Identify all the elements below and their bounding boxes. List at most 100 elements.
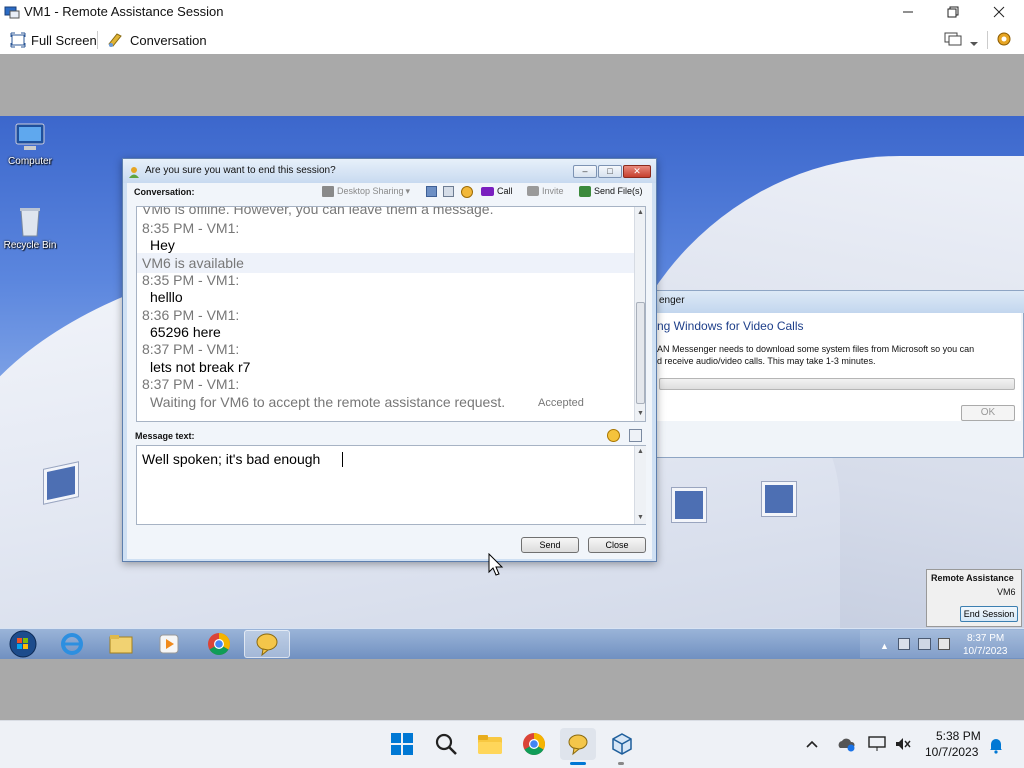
messenger-conversation-window: Are you sure you want to end this sessio… [122, 158, 657, 562]
conversation-message: 8:35 PM - VM1: [142, 220, 240, 236]
notification-bell-icon[interactable] [987, 736, 1005, 754]
chat-window-title: Are you sure you want to end this sessio… [145, 165, 336, 176]
host-viewport-margin-bottom [0, 659, 1024, 720]
scroll-down-arrow[interactable]: ▼ [637, 514, 644, 521]
desktop-icon-computer[interactable]: Computer [0, 122, 60, 167]
close-window-button[interactable] [976, 0, 1022, 24]
conversation-button[interactable]: Conversation [107, 30, 207, 50]
start-button[interactable] [0, 630, 46, 658]
show-hidden-icons-chevron-icon[interactable]: ▲ [880, 641, 889, 651]
host-clock-time: 5:38 PM [936, 729, 981, 743]
conversation-history[interactable]: VM6 is offline. However, you can leave t… [136, 206, 646, 422]
file-explorer-icon[interactable] [472, 728, 508, 760]
scroll-down-arrow[interactable]: ▼ [637, 410, 644, 417]
volume-muted-icon[interactable] [938, 638, 950, 650]
desktop-icon-label: Recycle Bin [3, 240, 57, 251]
download-progress-bar [659, 378, 1015, 390]
chat-body: Conversation: Desktop Sharing ▾ Call Inv… [127, 183, 652, 559]
font-style-icon[interactable] [629, 429, 642, 442]
mouse-pointer-icon [488, 552, 504, 577]
remote-assistance-user: VM6 [997, 587, 1016, 597]
windows-start-icon[interactable] [384, 728, 420, 760]
remote-clock-time: 8:37 PM [967, 633, 1005, 644]
games-icon[interactable] [443, 186, 454, 197]
conversation-message: VM6 is available [142, 255, 244, 271]
show-hidden-icons-chevron-icon[interactable] [804, 736, 820, 752]
message-text-label: Message text: [135, 431, 195, 441]
message-scrollbar[interactable]: ▲ ▼ [634, 446, 646, 524]
desktop-sharing-icon [322, 185, 334, 197]
desktop-sharing-button[interactable]: Desktop Sharing ▾ [322, 183, 410, 199]
invite-icon [527, 186, 539, 196]
dialog-ok-button[interactable]: OK [961, 405, 1015, 421]
host-clock-date: 10/7/2023 [925, 745, 979, 759]
toolbar-divider [97, 31, 98, 49]
network-icon[interactable] [918, 638, 931, 650]
send-files-label: Send File(s) [594, 186, 643, 196]
dialog-heading: ng Windows for Video Calls [657, 319, 804, 333]
conversation-message: 8:36 PM - VM1: [142, 307, 240, 323]
dialog-titlebar: enger [653, 291, 1024, 313]
call-label: Call [497, 186, 513, 196]
invite-button[interactable]: Invite [527, 183, 564, 199]
remote-clock-date: 10/7/2023 [963, 646, 1008, 657]
chevron-down-icon[interactable] [969, 35, 979, 46]
settings-gear-icon[interactable] [995, 30, 1013, 48]
media-player-icon[interactable] [146, 630, 192, 658]
wallpaper-window [44, 462, 78, 504]
conversation-message: Hey [150, 237, 175, 253]
remote-assistance-title: Remote Assistance [931, 573, 1014, 583]
dialog-body-line: AN Messenger needs to download some syst… [657, 344, 975, 354]
action-center-flag-icon[interactable] [898, 638, 910, 650]
recycle-bin-icon [12, 206, 48, 238]
virtualbox-icon[interactable] [604, 728, 640, 760]
call-button[interactable]: Call [481, 183, 513, 199]
chat-minimize-button[interactable]: – [573, 165, 597, 178]
search-icon[interactable] [428, 728, 464, 760]
remote-assistance-app-icon [4, 4, 20, 20]
running-app-indicator [618, 762, 624, 765]
display-icon[interactable] [868, 736, 886, 752]
scrollbar-thumb[interactable] [636, 302, 645, 404]
minimize-button[interactable] [885, 0, 931, 24]
emoticon-picker-icon[interactable] [607, 429, 620, 442]
chat-maximize-button[interactable]: □ [598, 165, 622, 178]
emoticon-wink-icon[interactable] [461, 186, 473, 198]
remote-assistance-taskbar-icon[interactable] [560, 728, 596, 760]
file-explorer-icon[interactable] [98, 630, 144, 658]
text-caret [342, 452, 343, 467]
chrome-icon[interactable] [196, 630, 242, 658]
messenger-buddy-icon [128, 165, 140, 178]
display-settings-icon[interactable] [944, 31, 962, 47]
maximize-button[interactable] [930, 0, 976, 24]
conversation-message: 8:37 PM - VM1: [142, 376, 240, 392]
message-input[interactable]: Well spoken; it's bad enough ▲ ▼ [136, 445, 646, 525]
send-button[interactable]: Send [521, 537, 579, 553]
conversation-message: 65296 here [150, 324, 221, 340]
desktop-sharing-label: Desktop Sharing [337, 186, 404, 196]
chat-close-button[interactable]: ✕ [623, 165, 651, 178]
conversation-message: 8:35 PM - VM1: [142, 272, 240, 288]
desktop-icon-recycle-bin[interactable]: Recycle Bin [0, 206, 60, 251]
full-screen-button[interactable]: Full Screen [10, 30, 97, 50]
active-app-indicator [570, 762, 586, 765]
onedrive-icon[interactable] [836, 736, 856, 752]
invite-label: Invite [542, 186, 564, 196]
activities-icon[interactable] [426, 186, 437, 197]
send-files-button[interactable]: Send File(s) [579, 183, 643, 199]
messenger-taskbar-icon[interactable] [244, 630, 290, 658]
end-session-button[interactable]: End Session [960, 606, 1018, 622]
conversation-label: Conversation [130, 32, 207, 48]
chrome-icon[interactable] [516, 728, 552, 760]
conversation-label: Conversation: [134, 187, 195, 197]
conversation-scrollbar[interactable]: ▲ ▼ [634, 207, 645, 421]
host-window-title: VM1 - Remote Assistance Session [24, 4, 224, 19]
chevron-down-icon: ▾ [405, 185, 411, 196]
scroll-up-arrow[interactable]: ▲ [637, 448, 644, 455]
conversation-message: lets not break r7 [150, 359, 251, 375]
scroll-up-arrow[interactable]: ▲ [637, 209, 644, 216]
close-button[interactable]: Close [588, 537, 646, 553]
desktop-icon-label: Computer [8, 156, 52, 167]
volume-muted-icon[interactable] [894, 736, 912, 752]
internet-explorer-icon[interactable] [49, 630, 95, 658]
